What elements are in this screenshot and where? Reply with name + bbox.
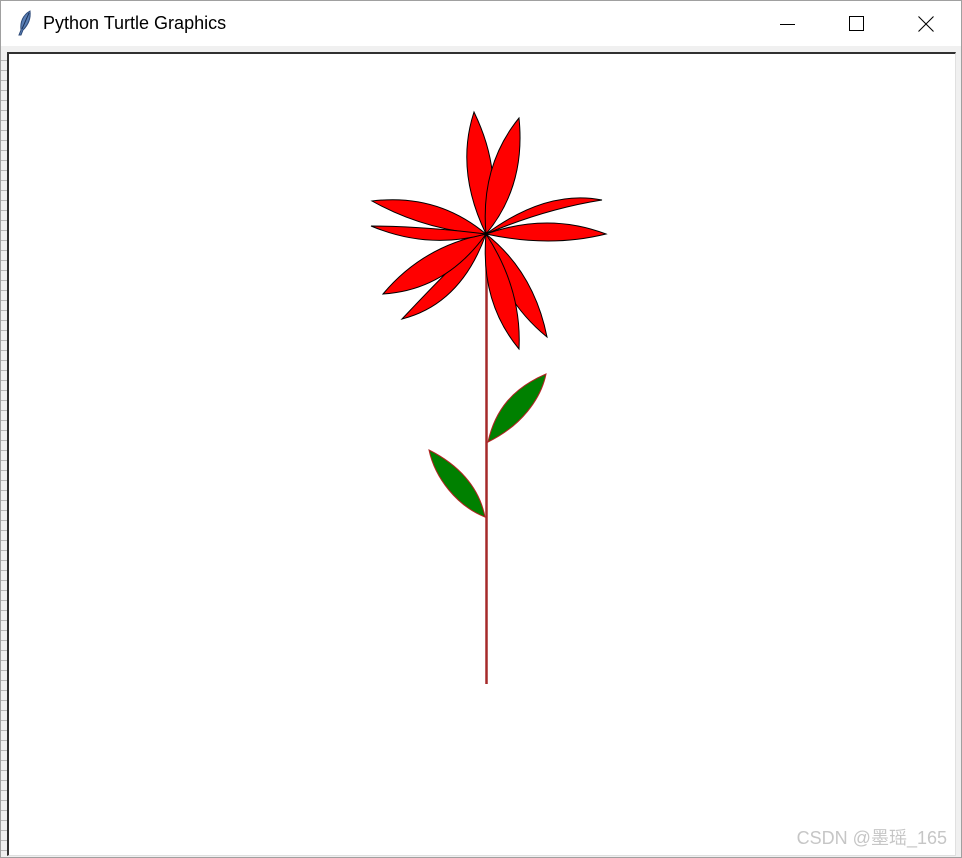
close-icon (918, 15, 934, 32)
feather-icon[interactable] (15, 10, 35, 36)
window-title: Python Turtle Graphics (43, 13, 227, 33)
close-button[interactable] (891, 1, 961, 46)
minimize-icon (780, 23, 795, 25)
right-leaf (487, 373, 547, 443)
flower-center (484, 232, 488, 236)
turtle-canvas[interactable] (7, 52, 956, 856)
minimize-button[interactable] (753, 1, 823, 46)
flower-head (370, 110, 608, 351)
title-bar[interactable]: Python Turtle Graphics (1, 1, 961, 46)
maximize-icon (849, 15, 864, 31)
left-leaf (428, 449, 486, 518)
watermark-text: CSDN @墨瑶_165 (796, 828, 947, 848)
turtle-window: Python Turtle Graphics CSDN @墨瑶_165 (0, 0, 962, 858)
maximize-button[interactable] (822, 1, 892, 46)
flower-drawing (370, 110, 608, 684)
